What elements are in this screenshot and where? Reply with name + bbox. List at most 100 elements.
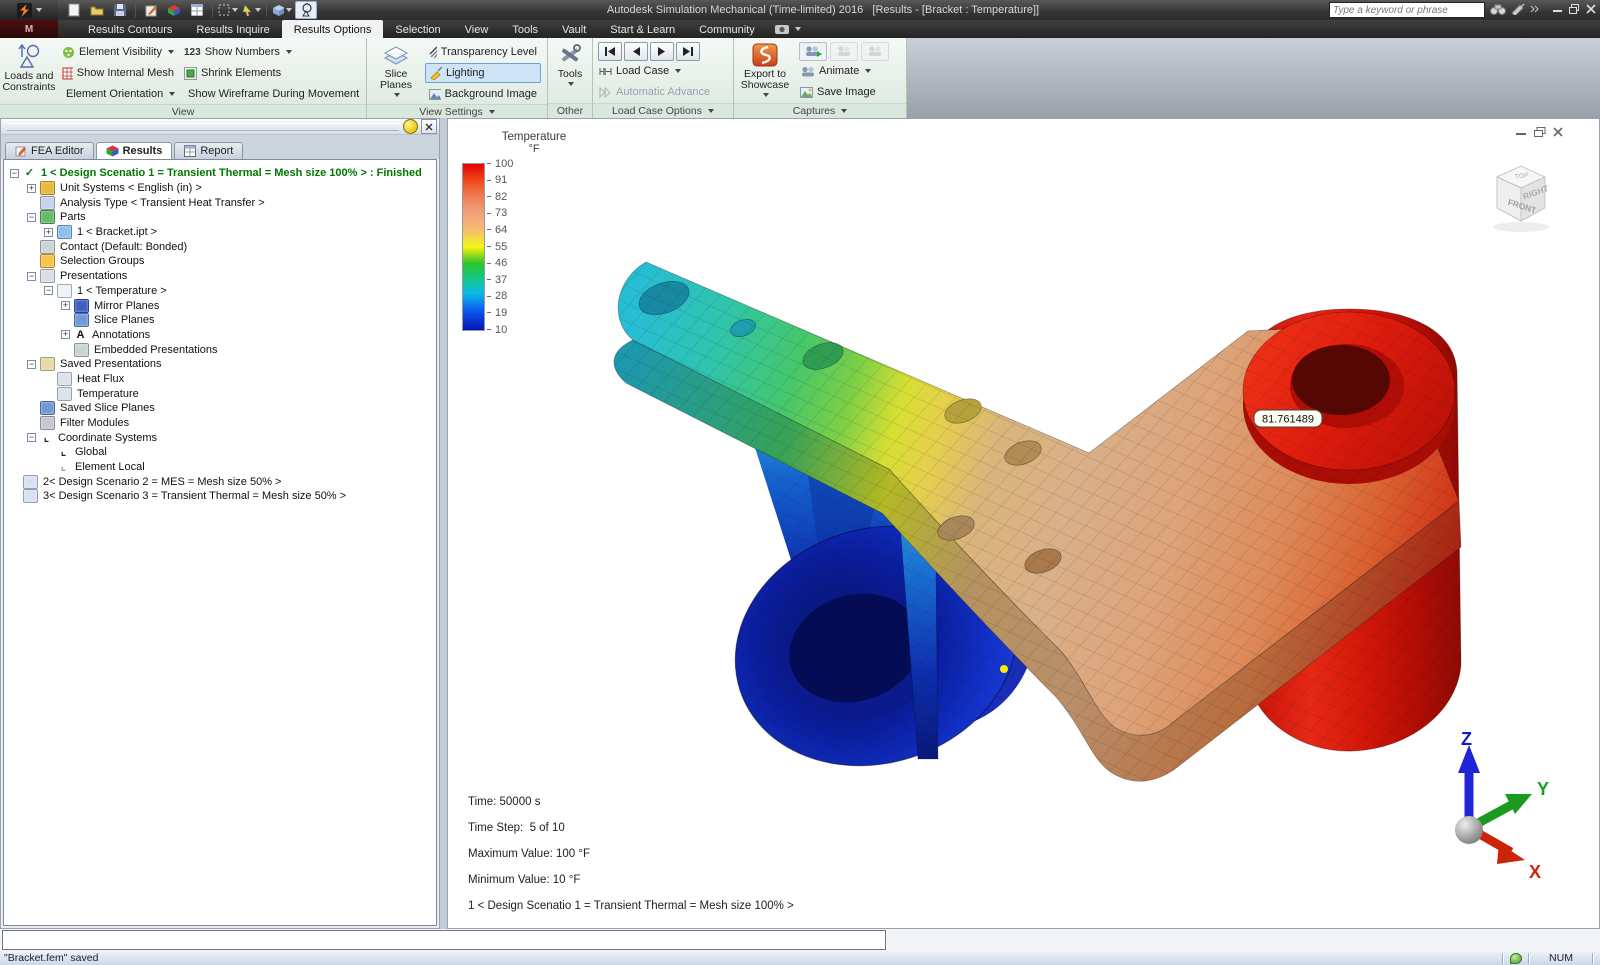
expand-plus-icon[interactable]: + (44, 227, 53, 237)
tree-item[interactable]: − 1 < Temperature > (4, 283, 436, 299)
tree-item[interactable]: − Presentations (4, 269, 436, 284)
tree-item[interactable]: +1 < Bracket.ipt > (4, 225, 436, 240)
tree-item[interactable]: ⌞ Global (4, 445, 436, 460)
expand-plus-icon[interactable]: + (61, 330, 70, 340)
inquire-results-icon[interactable] (295, 1, 317, 19)
last-load-case-button[interactable] (676, 41, 700, 61)
expand-minus-icon[interactable]: − (27, 271, 36, 281)
app-logo-button[interactable] (0, 0, 58, 20)
show-wireframe-button[interactable]: Show Wireframe During Movement (180, 84, 362, 104)
expand-plus-icon[interactable]: + (27, 183, 36, 193)
selection-cursor-icon[interactable] (241, 2, 261, 18)
minimize-icon[interactable] (1553, 4, 1563, 16)
save-image-button[interactable]: Save Image (796, 82, 900, 102)
export-to-showcase-button[interactable]: Export to Showcase (736, 41, 794, 97)
open-file-icon[interactable] (87, 2, 107, 18)
tree-item[interactable]: Saved Slice Planes (4, 401, 436, 416)
tree-item[interactable]: + Mirror Planes (4, 298, 436, 313)
expand-minus-icon[interactable]: − (27, 212, 36, 222)
tree-item[interactable]: Contact (Default: Bonded) (4, 239, 436, 254)
tree-item[interactable]: 2< Design Scenario 2 = MES = Mesh size 5… (4, 474, 436, 489)
selection-shape-icon[interactable] (218, 2, 238, 18)
tree-item[interactable]: − Parts (4, 210, 436, 225)
background-image-button[interactable]: Background Image (425, 84, 541, 104)
view-cube[interactable]: FRONT RIGHT TOP (1483, 155, 1559, 235)
first-load-case-button[interactable] (598, 41, 622, 61)
tree-item[interactable]: Heat Flux (4, 371, 436, 387)
toolbar-overflow-icon[interactable] (1530, 4, 1540, 16)
status-balloon-icon[interactable] (1510, 952, 1522, 964)
loads-and-constraints-button[interactable]: Loads and Constraints (2, 41, 56, 93)
tree-item[interactable]: 3< Design Scenario 3 = Transient Thermal… (4, 489, 436, 504)
panel-close-button[interactable] (421, 119, 437, 134)
load-case-button[interactable]: Load Case (595, 61, 727, 81)
tree-item[interactable]: − ✓ 1 < Design Scenatio 1 = Transient Ther… (4, 166, 436, 181)
menu-tab-results-inquire[interactable]: Results Inquire (184, 20, 281, 38)
tree-item[interactable]: + A Annotations (4, 328, 436, 343)
ribbon-group-label[interactable]: Captures (734, 103, 906, 118)
tree-item[interactable]: ⌞ Element Local (4, 460, 436, 475)
shrink-elements-button[interactable]: Shrink Elements (180, 63, 362, 83)
element-orientation-button[interactable]: Element Orientation (58, 84, 178, 104)
expand-minus-icon[interactable]: − (27, 359, 36, 369)
communication-center-icon[interactable] (1511, 2, 1525, 18)
view-cube-icon[interactable] (272, 2, 292, 18)
pushpin-icon[interactable] (403, 119, 418, 134)
restore-icon[interactable] (1569, 3, 1580, 17)
previous-load-case-button[interactable] (624, 41, 648, 61)
tree-item[interactable]: + Unit Systems < English (in) > (4, 181, 436, 196)
menu-tab-results-options[interactable]: Results Options (281, 20, 384, 38)
animate-button[interactable]: Animate (796, 61, 900, 81)
material-cube-icon[interactable] (164, 2, 184, 18)
tree-item[interactable]: Analysis Type < Transient Heat Transfer … (4, 195, 436, 210)
tab-results[interactable]: Results (95, 142, 173, 159)
menu-tab-tools[interactable]: Tools (500, 20, 550, 38)
log-input[interactable] (2, 930, 886, 950)
slice-planes-button[interactable]: Slice Planes (369, 41, 423, 97)
keyword-search-input[interactable] (1329, 2, 1485, 18)
edit-fea-icon[interactable] (141, 2, 161, 18)
mdi-close-icon[interactable] (1553, 127, 1563, 140)
tree-item[interactable]: Selection Groups (4, 254, 436, 269)
ribbon-group-label[interactable]: View Settings (367, 104, 547, 118)
tree-item[interactable]: − ⌞ Coordinate Systems (4, 430, 436, 445)
transparency-level-button[interactable]: Transparency Level (425, 42, 541, 62)
tools-button[interactable]: Tools (550, 41, 590, 86)
model-viewport[interactable]: 81.761489 Temperature °F 100 91 82 73 64 55 46… (447, 118, 1600, 929)
show-numbers-button[interactable]: 123 Show Numbers (180, 42, 362, 62)
menu-tab-start-learn[interactable]: Start & Learn (598, 20, 687, 38)
expand-minus-icon[interactable]: − (27, 433, 36, 443)
start-animation-icon[interactable] (799, 41, 827, 61)
tree-item[interactable]: Slice Planes (4, 313, 436, 328)
menu-tab-vault[interactable]: Vault (550, 20, 598, 38)
panel-splitter[interactable] (440, 118, 447, 929)
report-table-icon[interactable] (187, 2, 207, 18)
panel-grab-handle[interactable] (7, 122, 399, 131)
tree-item[interactable]: Temperature (4, 386, 436, 401)
new-file-icon[interactable] (64, 2, 84, 18)
lighting-button[interactable]: Lighting (425, 63, 541, 83)
close-icon[interactable] (1586, 3, 1596, 17)
mdi-restore-icon[interactable] (1534, 127, 1546, 140)
expand-plus-icon[interactable]: + (61, 301, 70, 311)
show-internal-mesh-button[interactable]: Show Internal Mesh (58, 63, 178, 83)
mdi-minimize-icon[interactable] (1516, 127, 1527, 140)
tree-item[interactable]: Embedded Presentations (4, 342, 436, 357)
menu-tab-community[interactable]: Community (687, 20, 767, 38)
tab-fea-editor[interactable]: FEA Editor (5, 142, 94, 159)
app-menu-m-badge[interactable]: M (0, 20, 58, 38)
tree-item[interactable]: Filter Modules (4, 416, 436, 431)
next-load-case-button[interactable] (650, 41, 674, 61)
screen-capture-menu-icon[interactable] (767, 20, 809, 38)
menu-tab-selection[interactable]: Selection (383, 20, 452, 38)
element-visibility-button[interactable]: Element Visibility (58, 42, 178, 62)
menu-tab-view[interactable]: View (453, 20, 501, 38)
search-binoculars-icon[interactable] (1490, 3, 1506, 18)
expand-minus-icon[interactable]: − (10, 168, 19, 178)
save-icon[interactable] (110, 2, 130, 18)
menu-tab-results-contours[interactable]: Results Contours (76, 20, 184, 38)
expand-minus-icon[interactable]: − (44, 286, 53, 296)
tree-item[interactable]: − Saved Presentations (4, 357, 436, 372)
tab-report[interactable]: Report (174, 142, 244, 159)
ribbon-group-label[interactable]: Load Case Options (593, 103, 733, 118)
